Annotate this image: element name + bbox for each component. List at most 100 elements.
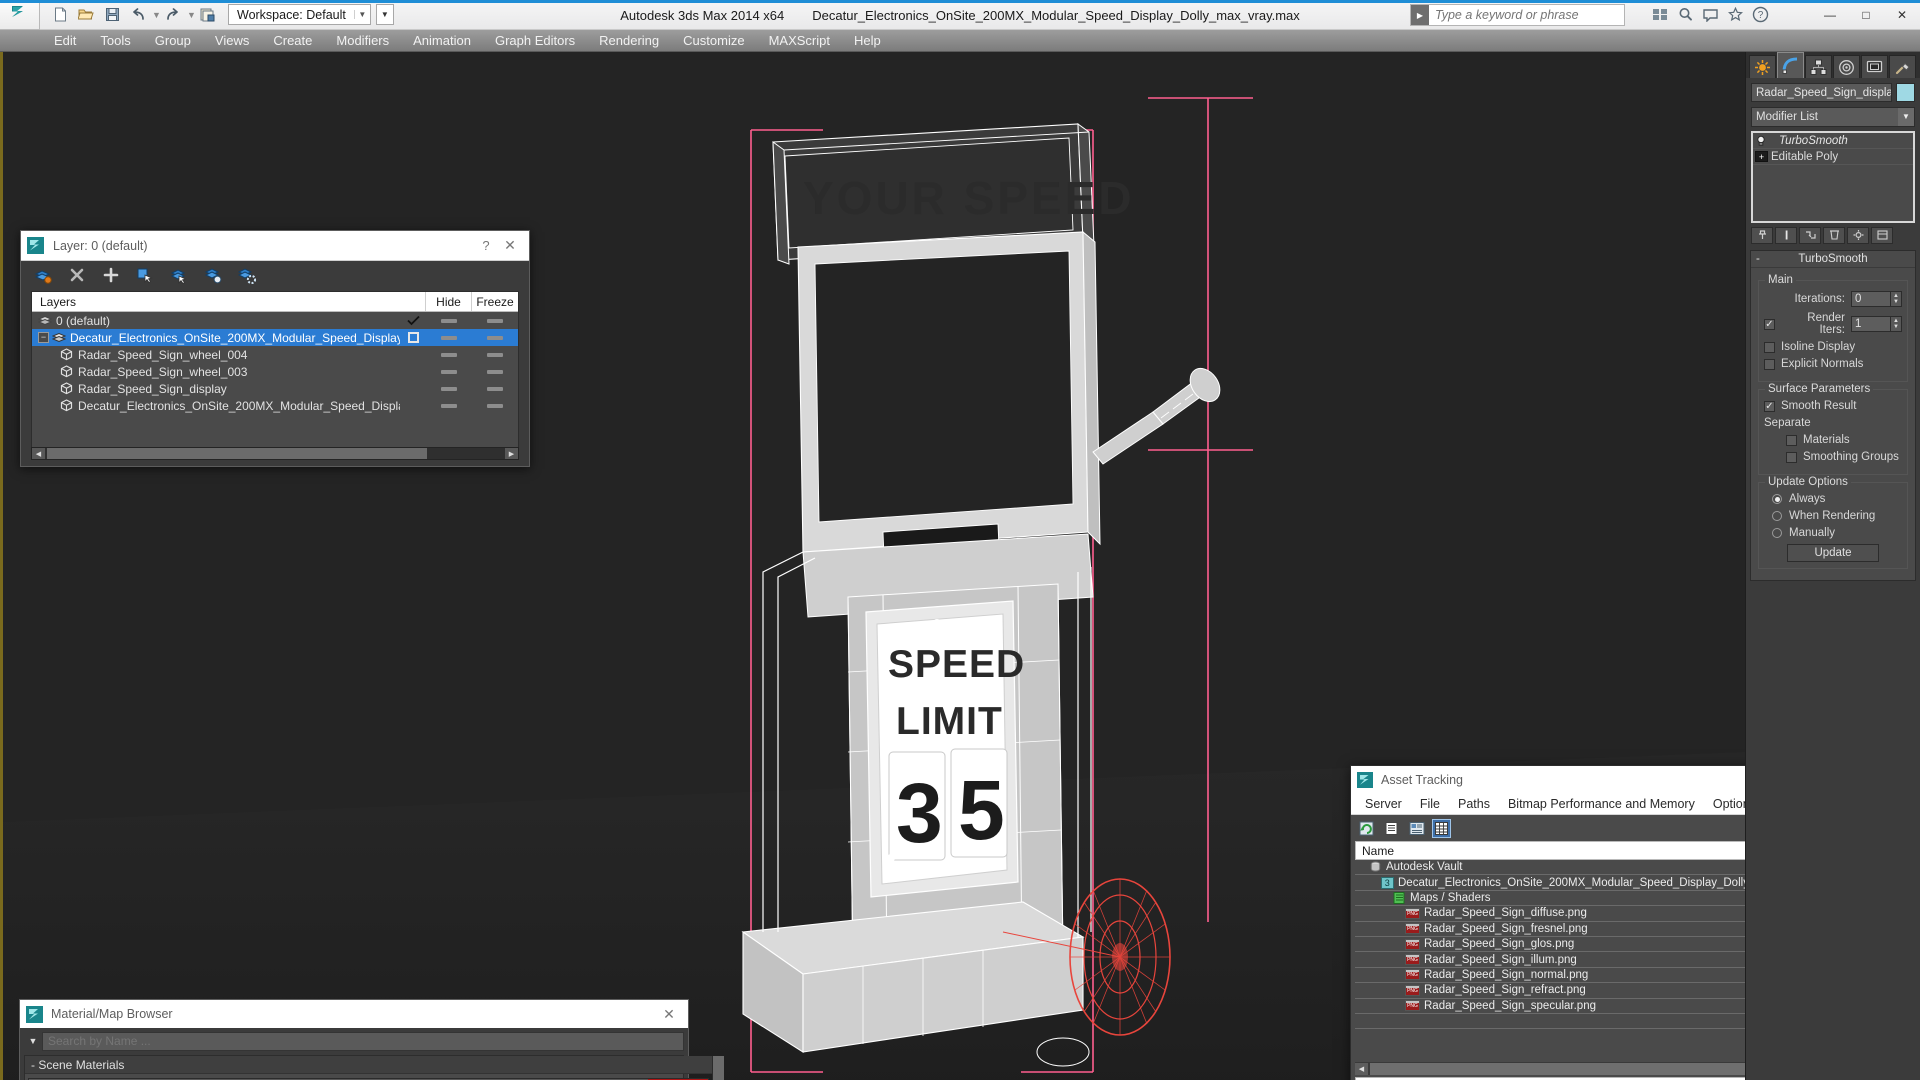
add-selection-to-layer-icon[interactable]	[203, 265, 223, 285]
asset-menu-server[interactable]: Server	[1356, 797, 1411, 811]
layer-row[interactable]: Radar_Speed_Sign_wheel_003	[32, 363, 518, 380]
menu-item-graph-editors[interactable]: Graph Editors	[483, 30, 587, 52]
layer-row[interactable]: Decatur_Electronics_OnSite_200MX_Modular…	[32, 397, 518, 414]
asset-menu-bitmap-performance[interactable]: Bitmap Performance and Memory	[1499, 797, 1704, 811]
menu-item-animation[interactable]: Animation	[401, 30, 483, 52]
layer-active-check[interactable]	[400, 332, 426, 343]
asset-row[interactable]: Radar_Speed_Sign_fresnel.png Found	[1355, 922, 1745, 937]
redo-button[interactable]	[161, 3, 185, 27]
scroll-right-arrow-icon[interactable]: ▶	[505, 448, 518, 459]
select-objects-in-layer-icon[interactable]	[135, 265, 155, 285]
tab-motion[interactable]	[1833, 55, 1860, 78]
new-file-button[interactable]	[48, 3, 72, 27]
modifier-list-dropdown[interactable]: Modifier List ▼	[1751, 107, 1915, 127]
asset-row-empty[interactable]	[1355, 1014, 1745, 1030]
exchange-apps-icon[interactable]	[1650, 4, 1670, 24]
tab-display[interactable]	[1861, 55, 1888, 78]
create-new-layer-icon[interactable]	[33, 265, 53, 285]
rollout-collapse-toggle[interactable]: -	[1756, 253, 1760, 265]
scrollbar-thumb[interactable]	[1370, 1062, 1745, 1075]
modifier-stack-row[interactable]: + Editable Poly	[1753, 149, 1913, 165]
command-panel[interactable]: Radar_Speed_Sign_display Modifier List ▼…	[1745, 52, 1920, 1080]
layer-hide-cell[interactable]	[426, 352, 472, 357]
menu-item-maxscript[interactable]: MAXScript	[757, 30, 842, 52]
list-view-icon[interactable]	[1382, 819, 1401, 838]
layer-hide-cell[interactable]	[426, 369, 472, 374]
asset-horizontal-scrollbar[interactable]: ◀ ▶	[1355, 1062, 1745, 1075]
turbosmooth-rollout[interactable]: - TurboSmooth Main Iterations: 0 ▲ ▼ ✓ R…	[1750, 250, 1916, 581]
layer-row[interactable]: − Decatur_Electronics_OnSite_200MX_Modul…	[32, 329, 518, 346]
menu-item-rendering[interactable]: Rendering	[587, 30, 671, 52]
layer-hide-cell[interactable]	[426, 403, 472, 408]
layer-hide-cell[interactable]	[426, 386, 472, 391]
search-magnifier-icon[interactable]	[1675, 4, 1695, 24]
minimize-window-button[interactable]: —	[1812, 0, 1848, 30]
render-iters-checkbox[interactable]: ✓	[1764, 318, 1775, 330]
delete-layer-icon[interactable]	[67, 265, 87, 285]
filter-chevron-down-icon[interactable]: ▼	[24, 1036, 42, 1046]
scene-materials-header[interactable]: - Scene Materials	[25, 1056, 713, 1074]
scroll-left-arrow-icon[interactable]: ◀	[32, 448, 45, 459]
infocenter-search[interactable]: ▶	[1410, 4, 1625, 26]
asset-row[interactable]: Radar_Speed_Sign_normal.png Found	[1355, 968, 1745, 984]
layer-dialog-help-button[interactable]: ?	[475, 238, 497, 253]
set-project-folder-button[interactable]	[196, 3, 220, 27]
select-layer-icon[interactable]	[169, 265, 189, 285]
smoothing-groups-row[interactable]: Smoothing Groups	[1786, 451, 1902, 463]
undo-dropdown-arrow[interactable]: ▼	[152, 10, 161, 20]
menu-item-tools[interactable]: Tools	[88, 30, 142, 52]
layer-hide-cell[interactable]	[426, 335, 472, 340]
help-circle-icon[interactable]: ?	[1750, 4, 1770, 24]
radio-when-rendering[interactable]	[1772, 511, 1782, 521]
tab-create[interactable]	[1749, 55, 1776, 78]
object-name-row[interactable]: Radar_Speed_Sign_display	[1751, 83, 1915, 102]
maximize-window-button[interactable]: □	[1848, 0, 1884, 30]
smoothing-groups-checkbox[interactable]	[1786, 451, 1797, 463]
save-file-button[interactable]	[100, 3, 124, 27]
scrollbar-thumb[interactable]	[47, 448, 427, 459]
explicit-normals-checkbox[interactable]	[1764, 358, 1775, 370]
layer-row[interactable]: Radar_Speed_Sign_display	[32, 380, 518, 397]
asset-row[interactable]: Radar_Speed_Sign_illum.png Found	[1355, 952, 1745, 968]
material-search-input[interactable]	[42, 1031, 684, 1051]
remove-modifier-icon[interactable]	[1823, 226, 1845, 244]
make-unique-icon[interactable]	[1799, 226, 1821, 244]
iterations-value[interactable]: 0	[1851, 291, 1891, 307]
layer-horizontal-scrollbar[interactable]: ◀ ▶	[31, 447, 519, 460]
layer-row[interactable]: Radar_Speed_Sign_wheel_004	[32, 346, 518, 363]
material-search-row[interactable]: ▼	[24, 1031, 684, 1051]
modifier-stack[interactable]: TurboSmooth + Editable Poly	[1751, 131, 1915, 223]
chevron-down-icon[interactable]: ▼	[1898, 108, 1914, 126]
layer-freeze-cell[interactable]	[472, 403, 518, 408]
layer-dialog-close-button[interactable]: ✕	[497, 237, 523, 254]
layer-manager-dialog[interactable]: Layer: 0 (default) ? ✕ Layers Hide Freez…	[20, 230, 530, 467]
isoline-display-row[interactable]: Isoline Display	[1764, 341, 1902, 353]
menu-item-edit[interactable]: Edit	[42, 30, 88, 52]
smooth-result-checkbox[interactable]: ✓	[1764, 400, 1775, 412]
redo-dropdown-arrow[interactable]: ▼	[187, 10, 196, 20]
update-button[interactable]: Update	[1787, 544, 1879, 562]
iterations-stepper[interactable]: 0 ▲ ▼	[1851, 291, 1902, 307]
menu-item-group[interactable]: Group	[143, 30, 203, 52]
dependency-view-icon[interactable]	[1407, 819, 1426, 838]
show-end-result-icon[interactable]	[1775, 226, 1797, 244]
scrollbar-thumb[interactable]	[713, 1056, 725, 1080]
render-iters-row[interactable]: ✓ Render Iters: 1 ▲ ▼	[1764, 312, 1902, 336]
object-color-swatch[interactable]	[1896, 83, 1915, 102]
radio-manually[interactable]	[1772, 528, 1782, 538]
material-map-browser[interactable]: Material/Map Browser ✕ ▼ - Scene Materia…	[19, 999, 725, 1080]
smooth-result-row[interactable]: ✓ Smooth Result	[1764, 400, 1902, 412]
asset-table[interactable]: Name Status Autodesk Vault Logged Out	[1355, 841, 1745, 1030]
asset-row[interactable]: Autodesk Vault Logged Out	[1355, 860, 1745, 876]
layer-freeze-cell[interactable]	[472, 318, 518, 323]
layer-row[interactable]: 0 (default)	[32, 312, 518, 329]
asset-menu-options[interactable]: Options	[1704, 797, 1745, 811]
menu-item-modifiers[interactable]: Modifiers	[324, 30, 401, 52]
update-option-always[interactable]: Always	[1772, 493, 1902, 505]
asset-row[interactable]: Radar_Speed_Sign_glos.png Found	[1355, 937, 1745, 953]
turbosmooth-rollout-header[interactable]: - TurboSmooth	[1751, 251, 1915, 268]
layer-expand-toggle[interactable]: −	[38, 332, 49, 343]
modifier-stack-row[interactable]: TurboSmooth	[1753, 133, 1913, 149]
tab-utilities[interactable]	[1889, 55, 1916, 78]
open-file-button[interactable]	[74, 3, 98, 27]
